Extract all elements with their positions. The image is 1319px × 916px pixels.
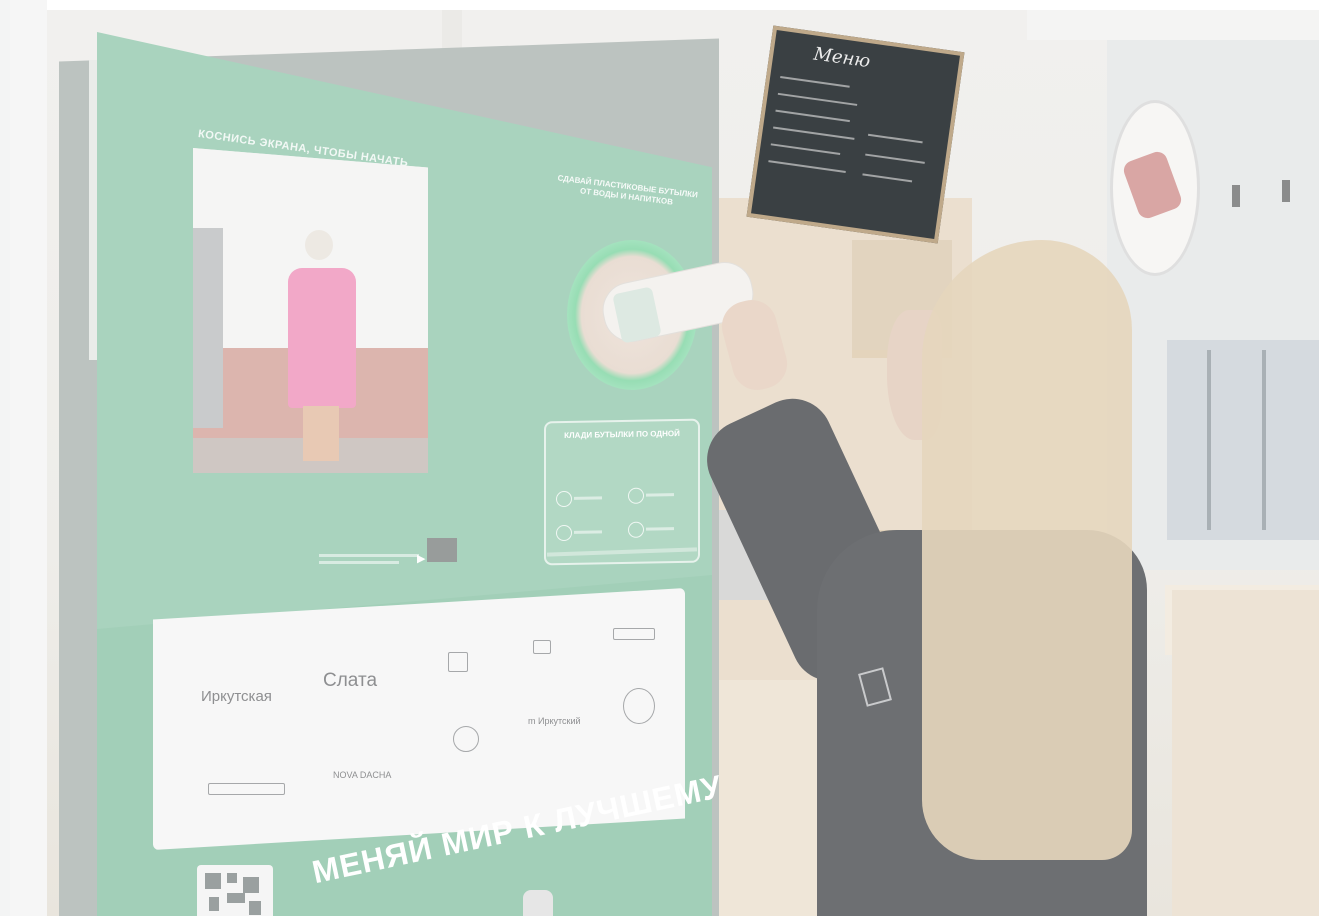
screen-person <box>288 268 356 408</box>
menu-line <box>780 75 850 88</box>
sponsor-irkutskaya: Иркутская <box>201 688 272 705</box>
sponsor-irkutsk-m: m Иркутский <box>528 716 581 726</box>
menu-line <box>773 126 855 140</box>
arrow-right-icon: ▶ <box>417 553 426 565</box>
screen-person-legs <box>303 406 339 461</box>
top-border <box>0 0 1319 10</box>
qr-code <box>197 865 273 916</box>
left-gutter <box>0 0 10 916</box>
menu-line <box>768 160 846 173</box>
rules-title: КЛАДИ БУТЫЛКИ ПО ОДНОЙ <box>564 428 680 441</box>
screen-person-head <box>305 230 333 260</box>
sponsor-logo <box>453 726 479 752</box>
kiosk-screen <box>193 148 428 473</box>
sponsor-logo <box>208 783 285 795</box>
rule-text <box>646 493 674 497</box>
rule-text <box>646 527 674 531</box>
sponsor-logo <box>613 628 655 640</box>
sponsor-logo <box>448 652 468 672</box>
ceiling-ac-unit <box>1027 10 1319 40</box>
rule-icon <box>556 490 572 508</box>
left-rail <box>10 0 47 916</box>
rule-text <box>574 530 602 534</box>
scan-hint <box>319 554 419 568</box>
rule-icon <box>628 487 644 504</box>
menu-line <box>777 92 858 106</box>
ceiling-light <box>1232 185 1240 207</box>
screen-stand <box>193 228 223 428</box>
rules-panel: КЛАДИ БУТЫЛКИ ПО ОДНОЙ <box>544 418 700 566</box>
scanner-window <box>427 538 457 562</box>
cabinet-frame <box>1262 350 1266 530</box>
menu-line <box>770 143 841 156</box>
woman-hair <box>922 240 1132 860</box>
menu-chalkboard: Меню <box>746 25 965 244</box>
sponsor-logo <box>623 688 655 724</box>
right-counter <box>1172 590 1319 916</box>
menu-line <box>867 133 923 144</box>
sponsor-nova-dacha: NOVA DACHA <box>333 770 392 780</box>
ceiling-light <box>1282 180 1290 202</box>
menu-line <box>775 109 850 123</box>
menu-line <box>865 153 925 164</box>
photo: Меню КОСНИСЬ ЭКРАНА, ЧТОБЫ НАЧАТЬ СДАВАЙ… <box>47 10 1319 916</box>
cabinet-frame <box>1207 350 1211 530</box>
rule-text <box>574 496 602 500</box>
display-cabinet <box>1167 340 1319 540</box>
sponsor-logo <box>533 640 551 654</box>
sponsor-slata: Слата <box>323 670 378 691</box>
rule-icon <box>556 524 572 542</box>
kiosk-bottom-object <box>523 890 553 916</box>
menu-title: Меню <box>812 43 872 73</box>
rule-icon <box>628 521 644 538</box>
menu-line <box>862 173 913 183</box>
